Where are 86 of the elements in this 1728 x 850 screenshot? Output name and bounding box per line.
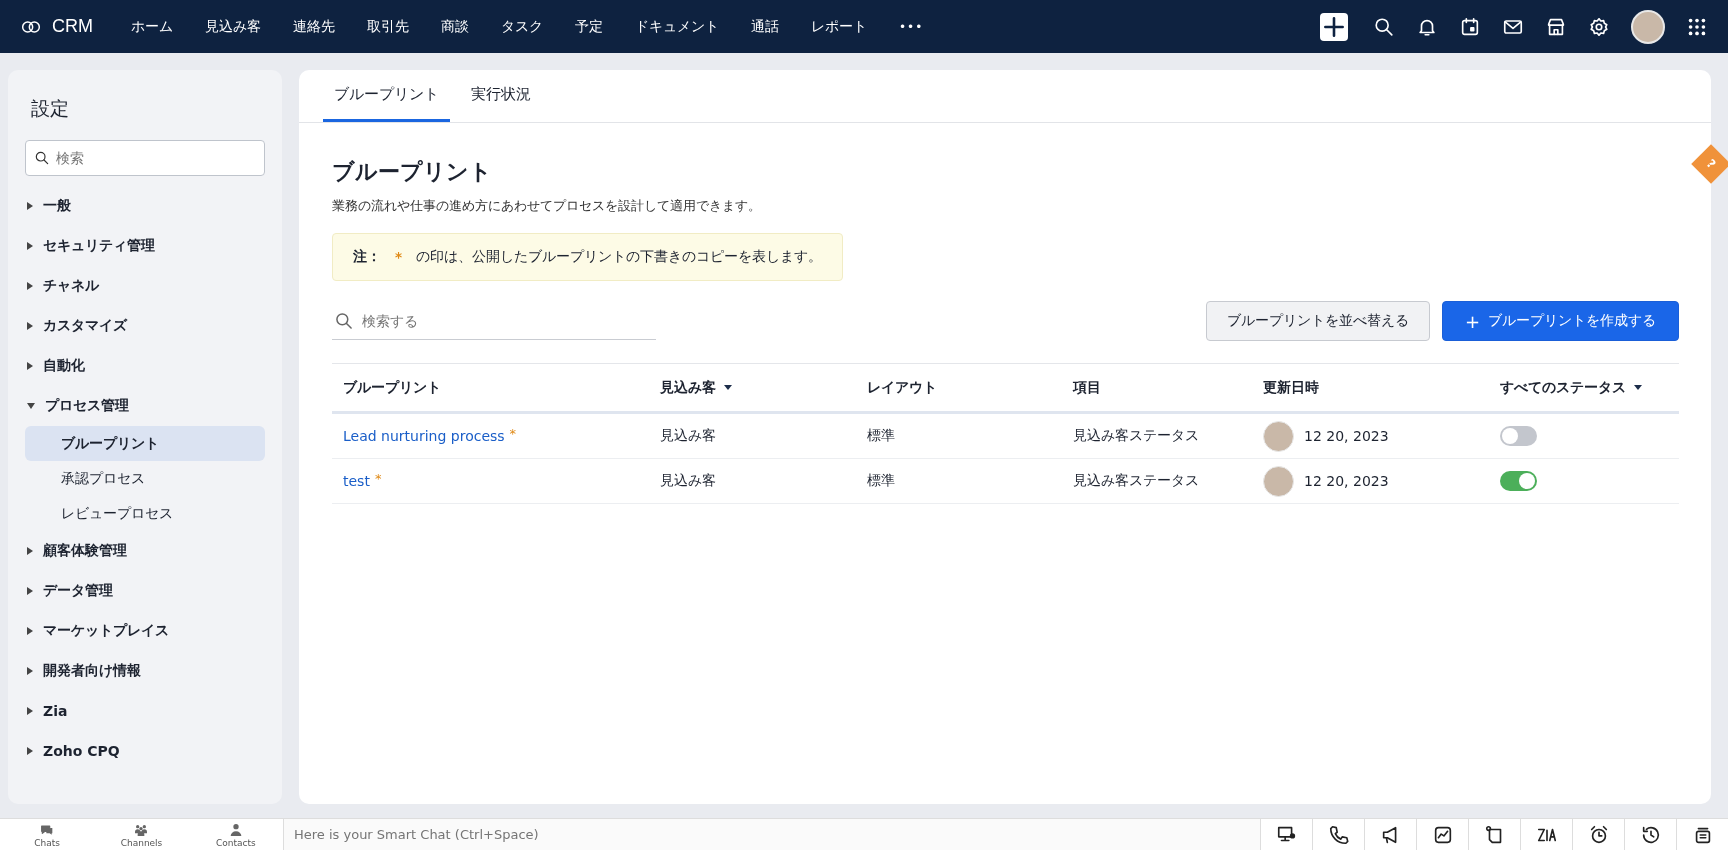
nav-tab[interactable]: タスク [485, 17, 559, 36]
caret-icon[interactable] [27, 322, 33, 330]
dropdown-caret-icon[interactable] [724, 385, 732, 390]
sidebar-title: 設定 [31, 96, 70, 121]
create-button[interactable] [1320, 12, 1348, 41]
nav-tab[interactable]: ドキュメント [619, 17, 735, 36]
note-label: 注： [353, 248, 381, 266]
column-header[interactable]: すべてのステータス [1500, 378, 1626, 397]
column-header[interactable]: レイアウト [867, 378, 937, 397]
tab[interactable]: ブループリント [323, 70, 450, 122]
table-cell: 見込み客ステータス [1073, 472, 1199, 490]
column-header[interactable]: ブループリント [343, 378, 441, 397]
sidebar-group[interactable]: チャネル [43, 277, 99, 295]
caret-icon[interactable] [27, 282, 33, 290]
caret-icon[interactable] [27, 362, 33, 370]
table-cell: 12 20, 2023 [1304, 473, 1389, 489]
nav-tab[interactable]: 通話 [735, 17, 795, 36]
nav-tab[interactable]: ホーム [115, 17, 189, 36]
search-field[interactable]: 検索する [332, 302, 656, 340]
asterisk-mark: * [509, 426, 517, 441]
sidebar-item[interactable]: 承認プロセス [25, 461, 265, 496]
blueprint-link[interactable]: Lead nurturing process [343, 428, 505, 444]
nav-tab[interactable]: 取引先 [351, 17, 425, 36]
page-heading: ブループリント [332, 158, 493, 186]
caret-icon[interactable] [27, 587, 33, 595]
caret-icon[interactable] [27, 627, 33, 635]
caret-icon[interactable] [27, 403, 35, 409]
blueprint-link[interactable]: test [343, 473, 370, 489]
sidebar-group[interactable]: Zoho CPQ [43, 743, 120, 759]
search-icon[interactable] [1373, 15, 1395, 38]
nav-tab[interactable]: 連絡先 [277, 17, 351, 36]
smart-chat-field[interactable]: Here is your Smart Chat (Ctrl+Space) [283, 819, 1260, 850]
nav-tab[interactable]: レポート [795, 17, 883, 36]
avatar [1263, 420, 1294, 452]
sidebar-group[interactable]: 開発者向け情報 [43, 662, 141, 680]
sidebar-group[interactable]: データ管理 [43, 582, 113, 600]
table-cell: 12 20, 2023 [1304, 428, 1389, 444]
caret-icon[interactable] [27, 242, 33, 250]
nav-tab[interactable]: 見込み客 [189, 17, 277, 36]
nav-tab[interactable]: 予定 [559, 17, 619, 36]
avatar[interactable] [1631, 9, 1665, 44]
avatar [1263, 465, 1294, 497]
sidebar-group[interactable]: 一般 [43, 197, 71, 215]
bottom-tab-label[interactable]: Chats [34, 837, 61, 848]
brand-name: CRM [52, 16, 93, 37]
asterisk-mark: * [395, 249, 403, 265]
nav-tab[interactable]: 商談 [425, 17, 485, 36]
search-field[interactable]: 検索 [25, 140, 265, 176]
bottom-tab-label[interactable]: Contacts [215, 837, 256, 848]
table-cell: 見込み客 [660, 427, 716, 445]
table-cell: 標準 [867, 472, 895, 490]
note-text: の印は、公開したブループリントの下書きのコピーを表します。 [416, 248, 823, 266]
sidebar-group[interactable]: プロセス管理 [45, 397, 129, 415]
toggle-switch[interactable] [1500, 471, 1537, 491]
bottom-tab-label[interactable]: Channels [120, 837, 163, 848]
page-description: 業務の流れや仕事の進め方にあわせてプロセスを設計して適用できます。 [332, 197, 762, 215]
sidebar-group[interactable]: カスタマイズ [43, 317, 127, 335]
sort-button[interactable]: ブループリントを並べ替える [1205, 301, 1430, 341]
sidebar-item[interactable]: ブループリント [25, 426, 265, 461]
more-button[interactable]: ••• [883, 19, 940, 34]
column-header[interactable]: 項目 [1073, 378, 1101, 397]
caret-icon[interactable] [27, 667, 33, 675]
table-cell: 見込み客 [660, 472, 716, 490]
caret-icon[interactable] [27, 747, 33, 755]
dropdown-caret-icon[interactable] [1634, 385, 1642, 390]
table-cell: 見込み客ステータス [1073, 427, 1199, 445]
column-header[interactable]: 更新日時 [1263, 378, 1319, 397]
table-cell: 標準 [867, 427, 895, 445]
tab[interactable]: 実行状況 [460, 70, 542, 122]
asterisk-mark: * [374, 471, 382, 486]
sidebar-group[interactable]: 自動化 [43, 357, 85, 375]
search-icon [334, 311, 354, 331]
toggle-switch[interactable] [1500, 426, 1537, 446]
create-button[interactable]: + ブループリントを作成する [1441, 301, 1679, 341]
phone-icon[interactable] [1327, 823, 1350, 846]
sidebar-group[interactable]: 顧客体験管理 [43, 542, 127, 560]
caret-icon[interactable] [27, 707, 33, 715]
sidebar-group[interactable]: マーケットプレイス [43, 622, 169, 640]
caret-icon[interactable] [27, 547, 33, 555]
sidebar-group[interactable]: セキュリティ管理 [43, 237, 155, 255]
calendar-icon[interactable] [1459, 15, 1481, 38]
sidebar-item[interactable]: レビュープロセス [25, 496, 265, 531]
sidebar-group[interactable]: Zia [43, 703, 68, 719]
column-header[interactable]: 見込み客 [660, 378, 716, 397]
caret-icon[interactable] [27, 202, 33, 210]
settings-icon[interactable] [1588, 15, 1610, 38]
